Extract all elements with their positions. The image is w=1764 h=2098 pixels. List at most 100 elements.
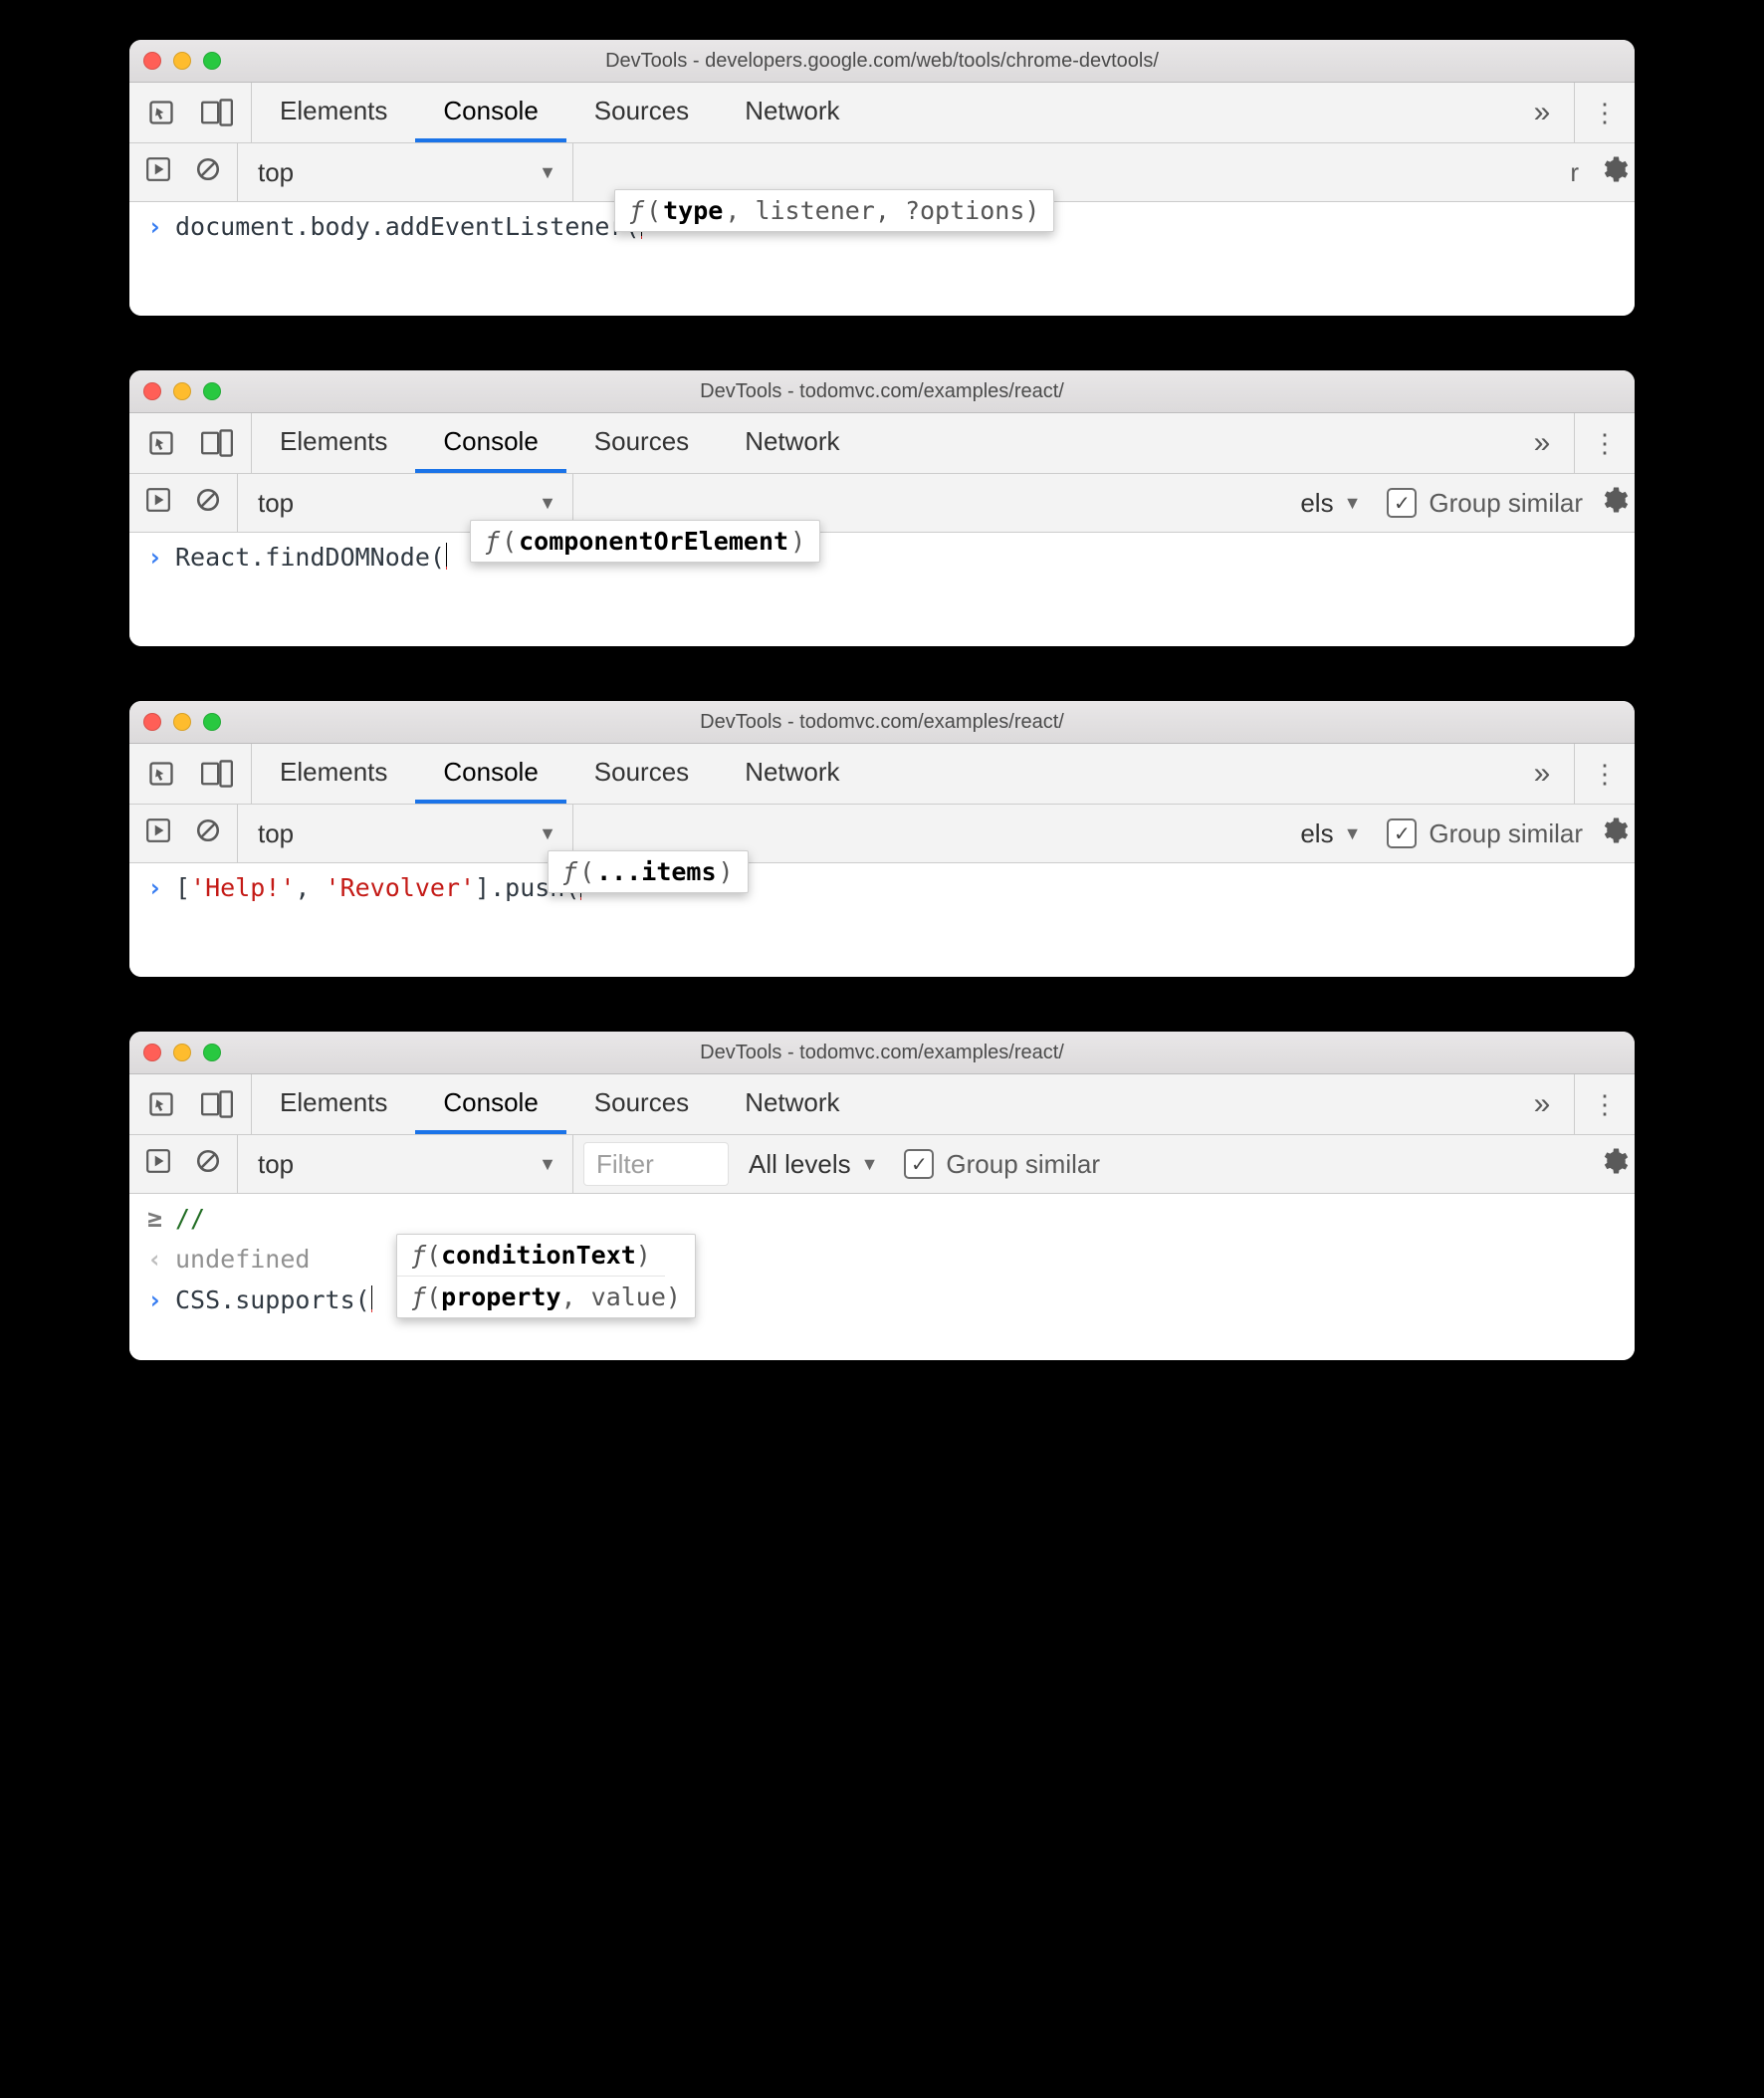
console-body[interactable]: ≥ // ‹ undefined › CSS.supports( (129, 1194, 1635, 1360)
more-tabs-button[interactable]: » (1510, 1074, 1575, 1134)
toggle-device-icon[interactable] (201, 1090, 233, 1118)
execution-context-label: top (258, 157, 294, 188)
clear-console-icon[interactable] (195, 1148, 221, 1181)
close-window-button[interactable] (143, 713, 161, 731)
traffic-lights (143, 382, 221, 400)
zoom-window-button[interactable] (203, 52, 221, 70)
signature-segment: ( (426, 1241, 441, 1270)
zoom-window-button[interactable] (203, 382, 221, 400)
clear-console-icon[interactable] (195, 817, 221, 850)
tab-elements[interactable]: Elements (252, 744, 415, 804)
tab-console[interactable]: Console (415, 1074, 565, 1134)
group-similar-checkbox[interactable]: ✓ Group similar (888, 1149, 1100, 1180)
console-settings-icon[interactable] (1583, 816, 1635, 852)
signature-segment: ( (426, 1282, 441, 1311)
devtools-menu-button[interactable]: ⋮ (1575, 744, 1635, 804)
devtools-menu-button[interactable]: ⋮ (1575, 83, 1635, 142)
devtools-window: DevTools - todomvc.com/examples/react/ E… (129, 1032, 1635, 1360)
signature-segment: , value) (561, 1282, 681, 1311)
inspect-element-icon[interactable] (147, 760, 175, 788)
tab-sources[interactable]: Sources (566, 413, 717, 473)
tab-sources[interactable]: Sources (566, 83, 717, 142)
traffic-lights (143, 52, 221, 70)
close-window-button[interactable] (143, 382, 161, 400)
clear-console-icon[interactable] (195, 487, 221, 520)
more-tabs-button[interactable]: » (1510, 744, 1575, 804)
close-window-button[interactable] (143, 52, 161, 70)
tab-sources[interactable]: Sources (566, 744, 717, 804)
toggle-device-icon[interactable] (201, 429, 233, 457)
zoom-window-button[interactable] (203, 713, 221, 731)
execution-context-selector[interactable]: top ▼ (238, 1135, 573, 1193)
minimize-window-button[interactable] (173, 382, 191, 400)
devtools-window: DevTools - developers.google.com/web/too… (129, 40, 1635, 316)
tab-elements[interactable]: Elements (252, 413, 415, 473)
macos-titlebar: DevTools - todomvc.com/examples/react/ (129, 370, 1635, 413)
toggle-console-sidebar-icon[interactable] (145, 156, 171, 189)
toggle-device-icon[interactable] (201, 760, 233, 788)
toggle-console-sidebar-icon[interactable] (145, 817, 171, 850)
minimize-window-button[interactable] (173, 713, 191, 731)
tab-elements[interactable]: Elements (252, 1074, 415, 1134)
console-code[interactable]: ['Help!', 'Revolver'].push( (175, 873, 581, 902)
tab-network[interactable]: Network (717, 413, 867, 473)
console-line[interactable]: › React.findDOMNode( (129, 537, 1635, 578)
text-cursor (446, 543, 447, 570)
tab-network[interactable]: Network (717, 83, 867, 142)
group-similar-checkbox[interactable]: ✓ Group similar (1371, 488, 1583, 519)
console-filter-input[interactable]: Filter (583, 1142, 729, 1186)
minimize-window-button[interactable] (173, 1044, 191, 1061)
signature-hint-popup: ƒ(componentOrElement) (470, 520, 820, 563)
devtools-menu-button[interactable]: ⋮ (1575, 413, 1635, 473)
minimize-window-button[interactable] (173, 52, 191, 70)
tab-network[interactable]: Network (717, 1074, 867, 1134)
clear-console-icon[interactable] (195, 156, 221, 189)
console-prompt-icon: › (147, 212, 161, 241)
inspect-element-icon[interactable] (147, 99, 175, 126)
console-settings-icon[interactable] (1583, 485, 1635, 522)
console-settings-icon[interactable] (1583, 154, 1635, 191)
group-similar-checkbox[interactable]: ✓ Group similar (1371, 818, 1583, 849)
more-tabs-button[interactable]: » (1510, 83, 1575, 142)
tab-network[interactable]: Network (717, 744, 867, 804)
zoom-window-button[interactable] (203, 1044, 221, 1061)
execution-context-selector[interactable]: top ▼ (238, 143, 573, 201)
toggle-console-sidebar-icon[interactable] (145, 487, 171, 520)
console-line[interactable]: › CSS.supports( (129, 1280, 1635, 1320)
log-levels-label: els (1300, 488, 1333, 519)
log-levels-dropdown[interactable]: els ▼ (1290, 488, 1371, 519)
console-code[interactable]: CSS.supports( (175, 1285, 372, 1314)
execution-context-selector[interactable]: top ▼ (238, 805, 573, 862)
console-body[interactable]: › React.findDOMNode( (129, 533, 1635, 646)
tab-console[interactable]: Console (415, 83, 565, 142)
more-tabs-button[interactable]: » (1510, 413, 1575, 473)
console-code[interactable]: undefined (175, 1245, 310, 1274)
console-code[interactable]: React.findDOMNode( (175, 543, 447, 572)
console-line[interactable]: ‹ undefined (129, 1239, 1635, 1280)
console-body[interactable]: › ['Help!', 'Revolver'].push( (129, 863, 1635, 977)
execution-context-label: top (258, 1149, 294, 1180)
inspect-element-icon[interactable] (147, 1090, 175, 1118)
toggle-device-icon[interactable] (201, 99, 233, 126)
console-code[interactable]: document.body.addEventListener( (175, 212, 642, 241)
devtools-window: DevTools - todomvc.com/examples/react/ E… (129, 370, 1635, 646)
console-line[interactable]: ≥ // (129, 1198, 1635, 1239)
log-levels-dropdown[interactable]: els ▼ (1290, 818, 1371, 849)
inspect-element-icon[interactable] (147, 429, 175, 457)
signature-segment: ( (579, 857, 594, 886)
console-prompt-icon: ‹ (147, 1245, 161, 1274)
tab-console[interactable]: Console (415, 744, 565, 804)
console-line[interactable]: › ['Help!', 'Revolver'].push( (129, 867, 1635, 908)
close-window-button[interactable] (143, 1044, 161, 1061)
console-settings-icon[interactable] (1583, 1146, 1635, 1183)
tab-console[interactable]: Console (415, 413, 565, 473)
signature-segment: conditionText (441, 1241, 636, 1270)
console-code[interactable]: // (175, 1204, 205, 1233)
console-toolbar: top ▼ els ▼ ✓ Group similar (129, 805, 1635, 863)
toggle-console-sidebar-icon[interactable] (145, 1148, 171, 1181)
tab-sources[interactable]: Sources (566, 1074, 717, 1134)
devtools-menu-button[interactable]: ⋮ (1575, 1074, 1635, 1134)
log-levels-dropdown[interactable]: All levels ▼ (739, 1149, 888, 1180)
signature-hint-row: ƒ(conditionText) (397, 1235, 665, 1277)
tab-elements[interactable]: Elements (252, 83, 415, 142)
